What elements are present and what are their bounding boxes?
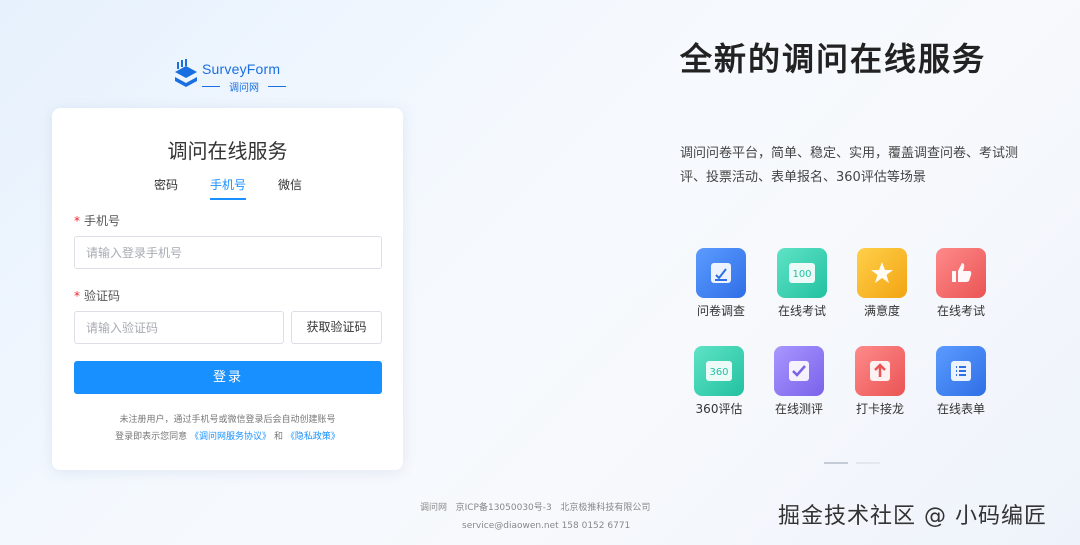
feature-survey[interactable]: 问卷调查 [681, 248, 761, 319]
service-agreement-link[interactable]: 《调问网服务协议》 [190, 432, 271, 442]
feature-label: 满意度 [863, 304, 900, 318]
privacy-policy-link[interactable]: 《隐私政策》 [286, 432, 340, 442]
feature-label: 在线考试 [777, 304, 826, 318]
svg-text:100: 100 [792, 269, 811, 280]
login-tabs: 密码 手机号 微信 [52, 176, 403, 202]
required-mark: * [74, 214, 80, 228]
survey-icon [696, 248, 746, 298]
footer-site: 调问网 [420, 503, 448, 513]
login-button[interactable]: 登录 [74, 361, 382, 394]
feature-label: 在线考试 [936, 304, 985, 318]
star-icon [857, 248, 907, 298]
tab-phone[interactable]: 手机号 [210, 176, 246, 200]
tab-password[interactable]: 密码 [154, 176, 178, 200]
hero-description: 调问问卷平台，简单、稳定、实用，覆盖调查问卷、考试测评、投票活动、表单报名、36… [680, 146, 1019, 185]
feature-exam[interactable]: 100 在线考试 [762, 248, 842, 319]
required-mark: * [74, 289, 80, 303]
agreement-note: 登录即表示您同意 《调问网服务协议》 和 《隐私政策》 [115, 432, 340, 442]
phone-input[interactable] [74, 236, 382, 269]
feature-exam-2[interactable]: 在线考试 [921, 248, 1001, 319]
carousel-indicator [824, 462, 880, 464]
arrow-up-icon [855, 346, 905, 396]
login-card: 调问在线服务 密码 手机号 微信 *手机号 *验证码 获取验证码 登录 未注册用… [52, 108, 403, 470]
check-icon [774, 346, 824, 396]
exam-100-icon: 100 [777, 248, 827, 298]
footer-icp[interactable]: 京ICP备13050030号-3 [456, 503, 552, 513]
carousel-dot-active[interactable] [824, 462, 848, 464]
feature-label: 360评估 [695, 402, 743, 416]
register-note: 未注册用户，通过手机号或微信登录后会自动创建账号 [119, 415, 336, 425]
footer-contact: service@diaowen.net 158 0152 6771 [462, 521, 631, 531]
feature-form[interactable]: 在线表单 [921, 346, 1001, 417]
hero-title: 全新的调问在线服务 [680, 40, 987, 78]
surveyform-logo-icon [175, 59, 197, 87]
360-icon: 360 [694, 346, 744, 396]
tab-wechat[interactable]: 微信 [278, 176, 302, 200]
feature-assessment[interactable]: 在线测评 [759, 346, 839, 417]
thumbs-up-icon [936, 248, 986, 298]
logo: SurveyForm 调问网 [170, 58, 290, 94]
feature-360[interactable]: 360 360评估 [679, 346, 759, 417]
feature-label: 在线表单 [936, 402, 985, 416]
phone-label: * 手机号 [74, 214, 121, 228]
feature-checkin[interactable]: 打卡接龙 [840, 346, 920, 417]
feature-satisfaction[interactable]: 满意度 [842, 248, 922, 319]
footer-company: 北京极推科技有限公司 [560, 503, 651, 513]
carousel-dot[interactable] [856, 462, 880, 464]
feature-label: 问卷调查 [696, 304, 745, 318]
code-input[interactable] [74, 311, 284, 344]
feature-label: 打卡接龙 [855, 402, 904, 416]
feature-label: 在线测评 [774, 402, 823, 416]
svg-text:360: 360 [709, 367, 728, 378]
get-code-button[interactable]: 获取验证码 [291, 311, 382, 344]
code-label: * 验证码 [74, 289, 121, 303]
form-list-icon [936, 346, 986, 396]
login-title: 调问在线服务 [167, 139, 288, 163]
logo-subtitle: 调问网 [202, 79, 286, 94]
logo-name: SurveyForm [202, 61, 281, 77]
watermark: 掘金技术社区 @ 小码编匠 [778, 504, 1047, 529]
